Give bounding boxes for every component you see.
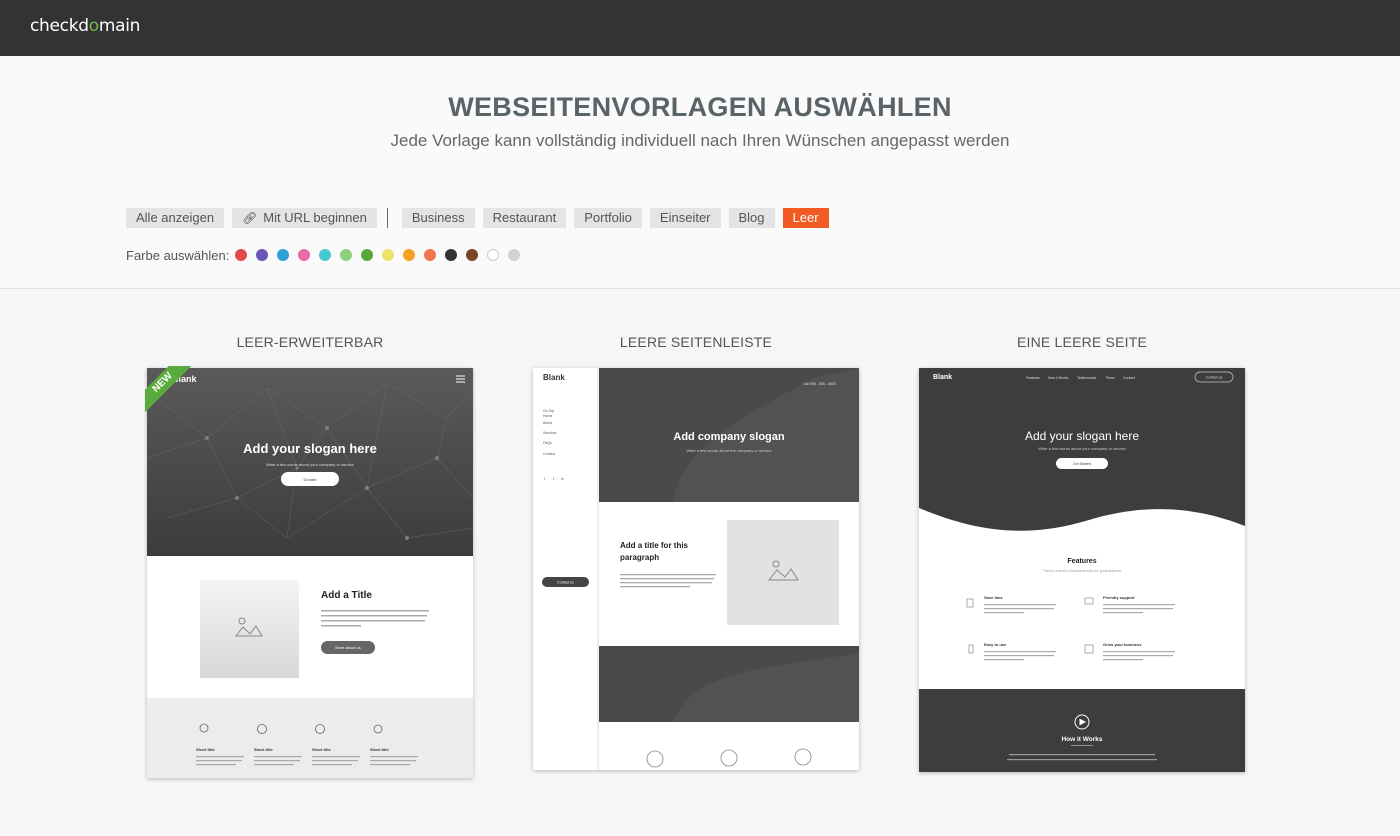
color-swatch[interactable] [319, 249, 332, 261]
preview-hero-text: Write a few words about your company or … [266, 462, 354, 467]
preview-nav-item-3: Testimonials [1077, 376, 1097, 380]
filter-start-with-url-label: Mit URL beginnen [263, 210, 367, 225]
preview-hero-title: Add your slogan here [1025, 429, 1139, 443]
color-swatch[interactable] [445, 249, 458, 261]
preview-nav-top: Go Top [543, 409, 554, 413]
page-subtitle: Jede Vorlage kann vollständig individuel… [390, 131, 1010, 150]
preview-nav-button: Contact us [1206, 376, 1223, 380]
color-filter: Farbe auswählen: [126, 247, 529, 263]
color-swatch[interactable] [256, 249, 269, 261]
preview-feature-title-4: Grow your business [1103, 642, 1142, 647]
preview-feature-title-1: Save time [984, 595, 1003, 600]
template-card-leer-erweiterbar[interactable]: LEER-ERWEITERBAR Blank Add your slogan h… [145, 330, 473, 778]
template-preview-image[interactable]: Blank Add your slogan here Write a few w… [147, 368, 473, 778]
filter-leer-button[interactable]: Leer [782, 208, 829, 228]
color-swatch[interactable] [340, 249, 353, 261]
color-swatch[interactable] [382, 249, 395, 261]
preview-feature-title-2: Friendly support [1103, 595, 1135, 600]
preview-section-button: More about us [335, 645, 361, 650]
preview-nav-item-5: Contact [1123, 376, 1135, 380]
color-swatch[interactable] [487, 249, 500, 261]
color-swatch[interactable] [424, 249, 437, 261]
filter-show-all-button[interactable]: Alle anzeigen [126, 208, 225, 228]
preview-social-t: t [553, 477, 554, 481]
filter-restaurant-button[interactable]: Restaurant [482, 208, 567, 228]
preview-social-f: f [544, 477, 545, 481]
preview-feature-title-1: Short title [196, 747, 215, 752]
preview-section-title: Add a Title [321, 590, 372, 601]
template-selection-header: WEBSEITENVORLAGEN AUSWÄHLEN Jede Vorlage… [0, 56, 1400, 289]
page-title: WEBSEITENVORLAGEN AUSWÄHLEN [448, 92, 952, 122]
color-filter-label: Farbe auswählen: [126, 247, 230, 263]
checkdomain-logo[interactable]: checkdomain [30, 16, 140, 36]
filter-einseiter-button[interactable]: Einseiter [649, 208, 721, 228]
preview-hero-title: Add your slogan here [243, 441, 377, 456]
filter-portfolio-button[interactable]: Portfolio [574, 208, 642, 228]
preview-feature-title-2: Short title [254, 747, 273, 752]
template-preview-image[interactable]: Blank Features How it Works Testimonials… [919, 368, 1245, 772]
color-swatch[interactable] [466, 249, 479, 261]
preview-nav-item-2: How it Works [1048, 376, 1069, 380]
color-swatch[interactable] [403, 249, 416, 261]
template-preview-graphic: Blank Features How it Works Testimonials… [919, 368, 1245, 772]
color-swatch[interactable] [298, 249, 311, 261]
preview-nav-item-4: Plans [1106, 376, 1115, 380]
template-preview-graphic: Blank Go Top Home About Services FAQs Co… [533, 368, 859, 770]
preview-nav-item-1: Features [1026, 376, 1040, 380]
preview-brand: Blank [933, 374, 952, 381]
preview-brand: Blank [543, 373, 565, 382]
template-preview-graphic: Blank Add your slogan here Write a few w… [147, 368, 473, 778]
color-swatch[interactable] [235, 249, 248, 261]
template-preview-image[interactable]: Blank Go Top Home About Services FAQs Co… [533, 368, 859, 770]
filter-divider [386, 208, 388, 228]
new-badge: NEW [145, 366, 193, 414]
template-card-title: LEERE SEITENLEISTE [619, 334, 773, 350]
filter-start-with-url-button[interactable]: 🔗︎ Mit URL beginnen [232, 208, 377, 228]
preview-hero-text: Write a few words about the company or s… [686, 448, 772, 453]
preview-contact-button: Contact us [557, 581, 574, 585]
preview-hero-text: Write a few words about your company or … [1038, 446, 1126, 451]
preview-how-title: How it Works [1061, 736, 1102, 743]
preview-top-info: Call 555 - 555 - 5555 [803, 382, 836, 386]
filter-business-button[interactable]: Business [401, 208, 475, 228]
filter-blog-button[interactable]: Blog [728, 208, 775, 228]
category-filters: Alle anzeigen 🔗︎ Mit URL beginnen Busines… [126, 208, 837, 228]
preview-feature-title-3: Short title [312, 747, 331, 752]
preview-feature-title-4: Short title [370, 747, 389, 752]
preview-nav-item-3: Services [543, 431, 557, 435]
template-card-leere-seitenleiste[interactable]: LEERE SEITENLEISTE Blank Go Top Home Abo… [533, 330, 859, 770]
preview-features-subtitle: There's a world of business with our gre… [1043, 569, 1122, 573]
preview-feature-title-3: Easy to use [984, 642, 1007, 647]
template-card-title: EINE LEERE SEITE [1016, 334, 1148, 350]
color-swatch[interactable] [277, 249, 290, 261]
color-swatch[interactable] [361, 249, 374, 261]
template-card-title: LEER-ERWEITERBAR [236, 334, 384, 350]
color-swatch-list [235, 249, 529, 261]
preview-hero-button: Get Started [1073, 462, 1091, 466]
preview-section-title-2: paragraph [620, 553, 659, 562]
top-navbar: checkdomain [0, 0, 1400, 56]
preview-nav-item-5: Contact [543, 452, 555, 456]
preview-nav-item-4: FAQs [543, 441, 552, 445]
link-icon: 🔗︎ [242, 211, 258, 225]
preview-features-title: Features [1067, 558, 1096, 565]
preview-social-in: in [561, 477, 564, 481]
preview-hero-button: Donate [304, 477, 318, 482]
preview-hero-title: Add company slogan [673, 431, 785, 443]
template-card-eine-leere-seite[interactable]: EINE LEERE SEITE Blank Features How it W… [919, 330, 1245, 772]
preview-section-title-1: Add a title for this [620, 541, 689, 550]
preview-nav-item-1: Home [543, 414, 552, 418]
preview-nav-item-2: About [543, 421, 552, 425]
color-swatch[interactable] [508, 249, 521, 261]
